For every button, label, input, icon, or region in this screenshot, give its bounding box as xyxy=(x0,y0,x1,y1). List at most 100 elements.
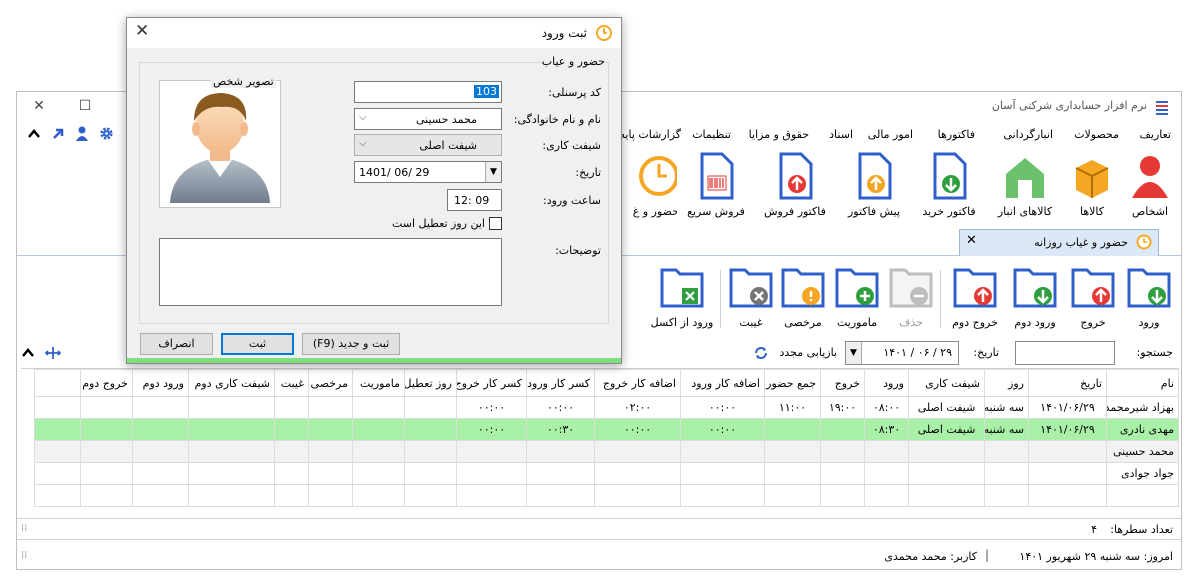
folder-down-icon xyxy=(1013,268,1057,308)
chevron-down-icon[interactable]: ▼ xyxy=(485,162,501,182)
col-shift[interactable]: شیفت کاری xyxy=(908,369,985,397)
folder-up-icon xyxy=(1071,268,1115,308)
grid-header-row: نام تاریخ روز شیفت کاری ورود خروج جمع حض… xyxy=(34,369,1179,397)
holiday-checkbox[interactable] xyxy=(489,217,502,230)
col-date[interactable]: تاریخ xyxy=(1028,369,1107,397)
search-input[interactable] xyxy=(1015,341,1115,365)
tab-close-icon[interactable]: ✕ xyxy=(966,233,977,248)
ribbon-persons-button[interactable]: اشخاص xyxy=(1123,148,1177,224)
fieldset-legend: حضور و عیاب xyxy=(541,55,605,68)
col-second-exit[interactable]: خروج دوم xyxy=(80,369,133,397)
save-button[interactable]: ثبت xyxy=(221,333,294,355)
col-holiday[interactable]: روز تعطیل xyxy=(404,369,457,397)
dialog-close-icon[interactable]: ✕ xyxy=(135,21,149,41)
table-row[interactable]: جواد جوادی xyxy=(34,462,1179,485)
shift-label: شیفت کاری: xyxy=(542,139,601,152)
chevron-down-icon: ⌵ xyxy=(359,112,367,123)
table-row[interactable]: محمد حسینی xyxy=(34,440,1179,463)
delete-button[interactable]: حذف xyxy=(885,264,937,336)
notes-textarea[interactable] xyxy=(159,238,502,306)
tab-daily-attendance[interactable]: حضور و غیاب روزانه ✕ xyxy=(959,229,1159,256)
search-label: جستجو: xyxy=(1136,346,1173,359)
ribbon-attendance-button[interactable]: حضور و غ xyxy=(631,148,677,224)
col-leave[interactable]: مرخصی xyxy=(308,369,353,397)
leave-button[interactable]: مرخصی xyxy=(777,264,829,336)
menu-finance[interactable]: امور مالی xyxy=(868,128,913,141)
ribbon-sales-invoice-button[interactable]: فاکتور فروش xyxy=(755,148,835,224)
entry-button[interactable]: ورود xyxy=(1121,264,1177,336)
move-arrows-icon[interactable] xyxy=(45,345,61,361)
col-absence[interactable]: غیبت xyxy=(274,369,309,397)
cancel-button[interactable]: انصراف xyxy=(140,333,213,355)
menu-definitions[interactable]: تعاریف xyxy=(1140,128,1171,141)
ribbon-goods-button[interactable]: کالاها xyxy=(1065,148,1119,224)
maximize-button[interactable]: ☐ xyxy=(73,96,97,116)
table-row[interactable]: بهزاد شیرمحمدی۱۴۰۱/۰۶/۲۹سه شنبهشیفت اصلی… xyxy=(34,396,1179,419)
table-row-selected[interactable]: مهدی نادری ۱۴۰۱/۰۶/۲۹ سه شنبه شیفت اصلی ۰۸:۳… xyxy=(34,418,1179,441)
menu-settings[interactable]: تنظیمات xyxy=(692,128,731,141)
absence-button[interactable]: غیبت xyxy=(725,264,777,336)
toolbar-separator xyxy=(940,270,941,328)
col-overtime-exit[interactable]: اضافه کار خروج xyxy=(594,369,681,397)
import-excel-button[interactable]: ورود از اکسل xyxy=(647,264,717,336)
second-entry-button[interactable]: ورود دوم xyxy=(1005,264,1065,336)
date-picker[interactable]: ۱۴۰۱ / ۰۶ / ۲۹ ▼ xyxy=(845,341,959,365)
col-second-shift[interactable]: شیفت کاری دوم xyxy=(188,369,275,397)
chevron-down-icon: ⌵ xyxy=(359,138,367,149)
refresh-icon[interactable] xyxy=(753,345,769,361)
chevron-up-icon[interactable] xyxy=(27,127,41,141)
code-label: کد پرسنلی: xyxy=(548,86,601,99)
save-and-new-button[interactable]: ثبت و جدید (F9) xyxy=(302,333,400,355)
col-shortage-entry[interactable]: کسر کار ورود xyxy=(526,369,595,397)
mission-button[interactable]: ماموریت xyxy=(829,264,885,336)
menu-payroll[interactable]: حقوق و مزایا xyxy=(749,128,809,141)
name-select[interactable]: محمد حسینی ⌵ xyxy=(354,108,502,130)
menu-documents[interactable]: اسناد xyxy=(829,128,853,141)
person-photo[interactable] xyxy=(159,80,281,208)
col-filler xyxy=(34,369,81,397)
col-second-entry[interactable]: ورود دوم xyxy=(132,369,189,397)
col-shortage-exit[interactable]: کسر کار خروج xyxy=(456,369,527,397)
user-icon[interactable] xyxy=(75,126,89,141)
col-mission[interactable]: ماموریت xyxy=(352,369,405,397)
ribbon-warehouse-goods-button[interactable]: کالاهای انبار xyxy=(991,148,1059,224)
second-exit-button[interactable]: خروج دوم xyxy=(945,264,1005,336)
status-divider: | xyxy=(984,548,989,562)
photo-label: تصویر شخص xyxy=(211,75,276,88)
date-input[interactable]: 1401/ 06/ 29 ▼ xyxy=(354,161,502,183)
app-logo-icon xyxy=(1156,101,1168,115)
col-total[interactable]: جمع حضور xyxy=(764,369,821,397)
chevron-up-icon[interactable] xyxy=(21,346,35,360)
ribbon-purchase-invoice-button[interactable]: فاکتور خرید xyxy=(913,148,985,224)
shift-select[interactable]: شیفت اصلی ⌵ xyxy=(354,134,502,156)
col-name[interactable]: نام xyxy=(1106,369,1179,397)
col-entry[interactable]: ورود xyxy=(864,369,909,397)
close-window-button[interactable]: ✕ xyxy=(27,96,51,116)
clock-icon xyxy=(596,25,612,41)
app-title: نرم افزار حسابداری شرکتی آسان xyxy=(991,99,1147,112)
menu-products[interactable]: محصولات xyxy=(1074,128,1119,141)
ribbon-quick-sale-button[interactable]: فروش سریع xyxy=(681,148,751,224)
date-label: تاریخ: xyxy=(575,166,601,179)
dialog-body: حضور و عیاب تصویر شخص کد پرسنلی: 103 نام… xyxy=(127,48,621,363)
folder-up-icon xyxy=(953,268,997,308)
exit-button[interactable]: خروج xyxy=(1065,264,1121,336)
col-overtime-entry[interactable]: اضافه کار ورود xyxy=(680,369,765,397)
time-input[interactable]: 12: 09 xyxy=(447,189,502,211)
ribbon-proforma-button[interactable]: پیش فاکتور xyxy=(839,148,909,224)
chevron-down-icon[interactable]: ▼ xyxy=(846,342,862,364)
menu-invoices[interactable]: فاکتورها xyxy=(938,128,975,141)
menu-base-reports[interactable]: گزارشات پایه xyxy=(620,128,681,141)
col-day[interactable]: روز xyxy=(984,369,1029,397)
refresh-label[interactable]: بازیابی مجدد xyxy=(779,346,837,359)
menu-inventory[interactable]: انبارگردانی xyxy=(1003,128,1053,141)
holiday-label: این روز تعطیل است xyxy=(391,217,485,230)
folder-cancel-icon xyxy=(729,268,773,308)
toolbar-separator xyxy=(720,270,721,328)
notes-label: توضیحات: xyxy=(555,244,601,257)
date-label: تاریخ: xyxy=(973,346,999,359)
external-arrow-icon[interactable] xyxy=(51,127,65,141)
personnel-code-input[interactable]: 103 xyxy=(354,81,502,103)
col-exit[interactable]: خروج xyxy=(820,369,865,397)
gear-icon[interactable] xyxy=(99,126,114,141)
